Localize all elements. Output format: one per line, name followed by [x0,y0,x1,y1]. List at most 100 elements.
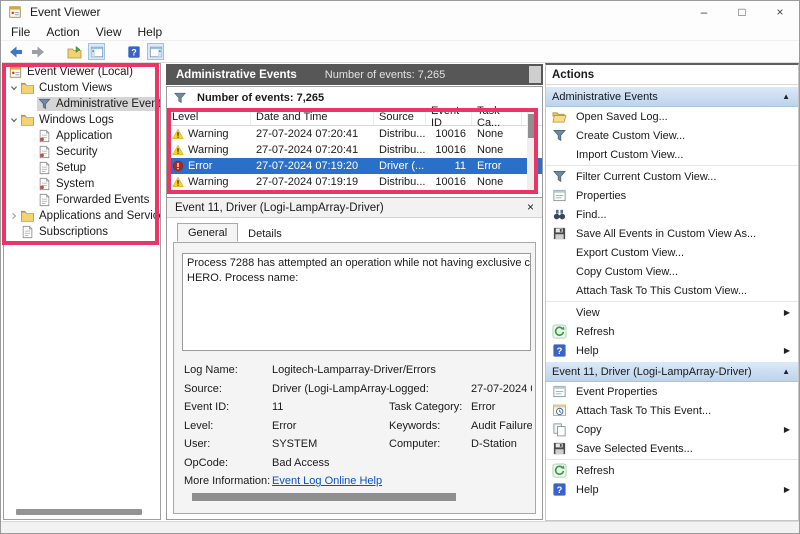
action-save-selected-events[interactable]: Save Selected Events... [546,439,798,458]
tab-general[interactable]: General [177,223,238,242]
tree-horizontal-scrollbar[interactable] [16,509,142,515]
action-properties[interactable]: Properties [546,186,798,205]
action-event-properties[interactable]: Event Properties [546,382,798,401]
menu-help[interactable]: Help [130,23,171,41]
tree-item-windows-logs[interactable]: Windows Logs [4,112,160,128]
column-header-source[interactable]: Source [374,109,426,125]
column-header-task-category[interactable]: Task Ca... [472,109,522,125]
event-log-online-help-link[interactable]: Event Log Online Help [272,475,382,487]
action-refresh-event[interactable]: Refresh [546,461,798,480]
refresh-icon [552,324,567,339]
tab-details[interactable]: Details [238,225,292,242]
separator [546,165,798,166]
toolbar [1,41,799,63]
show-console-tree-icon[interactable] [88,43,105,60]
tree-item-event-viewer-local[interactable]: Event Viewer (Local) [4,64,160,80]
help-icon [552,482,567,497]
help-icon[interactable] [125,43,142,60]
event-id-value: 11 [272,401,389,413]
table-header-row: Level Date and Time Source Event ID Task… [167,109,542,126]
actions-panel: Actions Administrative Events ▲ Open Sav… [545,63,799,521]
page-icon [20,225,35,239]
tree-item-security[interactable]: Security [4,144,160,160]
window-title: Event Viewer [30,5,100,19]
warning-icon [172,176,184,188]
collapse-icon[interactable]: ▲ [782,92,790,101]
folder-icon [20,113,35,127]
copy-icon [552,422,567,437]
action-refresh[interactable]: Refresh [546,322,798,341]
tree-item-custom-views[interactable]: Custom Views [4,80,160,96]
tree-item-administrative-events[interactable]: Administrative Events [4,96,160,112]
separator [546,301,798,302]
collapse-icon[interactable]: ▲ [782,367,790,376]
action-attach-task-event[interactable]: Attach Task To This Event... [546,401,798,420]
filter-icon [552,128,567,143]
submenu-arrow-icon: ▶ [784,308,790,317]
actions-section-administrative-events[interactable]: Administrative Events ▲ [546,87,798,107]
tree-item-system[interactable]: System [4,176,160,192]
task-category-label: Task Category: [389,401,471,413]
back-icon[interactable] [7,43,24,60]
action-attach-task-custom-view[interactable]: Attach Task To This Custom View... [546,281,798,300]
submenu-arrow-icon: ▶ [784,485,790,494]
action-help-event[interactable]: Help ▶ [546,480,798,499]
actions-section-event-11[interactable]: Event 11, Driver (Logi-LampArray-Driver)… [546,362,798,382]
action-copy-custom-view[interactable]: Copy Custom View... [546,262,798,281]
column-header-level[interactable]: Level [167,109,251,125]
error-icon [172,160,184,172]
console-tree-panel: Event Viewer (Local) Custom Views Admini… [3,63,161,520]
folder-icon [20,209,35,223]
close-icon[interactable]: × [527,200,534,214]
open-saved-log-icon[interactable] [66,43,83,60]
log-name-label: Log Name: [184,364,272,376]
maximize-button[interactable]: □ [723,1,761,23]
minimize-button[interactable]: – [685,1,723,23]
chevron-right-icon[interactable] [8,212,20,220]
tree-item-setup[interactable]: Setup [4,160,160,176]
table-row[interactable]: Warning 27-07-2024 07:20:41 Distribu... … [167,142,542,158]
action-import-custom-view[interactable]: Import Custom View... [546,145,798,164]
separator [546,459,798,460]
filter-icon [552,169,567,184]
tree-item-application[interactable]: Application [4,128,160,144]
detail-horizontal-scrollbar[interactable] [192,493,456,501]
column-header-date[interactable]: Date and Time [251,109,374,125]
show-action-pane-icon[interactable] [147,43,164,60]
actions-title-bar: Actions [546,65,798,85]
menu-bar: File Action View Help [1,23,799,41]
close-button[interactable]: × [761,1,799,23]
event-description-line2: HERO. Process name: [187,272,530,284]
event-description-box[interactable]: Process 7288 has attempted an operation … [182,253,531,351]
action-help[interactable]: Help ▶ [546,341,798,360]
menu-view[interactable]: View [88,23,130,41]
tree-item-applications-services-logs[interactable]: Applications and Services Lo [4,208,160,224]
menu-action[interactable]: Action [38,23,87,41]
action-view[interactable]: View ▶ [546,303,798,322]
scrollbar-thumb[interactable] [528,114,536,138]
forward-icon[interactable] [29,43,46,60]
event-detail-title: Event 11, Driver (Logi-LampArray-Driver) [175,202,384,214]
table-row-selected[interactable]: Error 27-07-2024 07:19:20 Driver (... 11… [167,158,542,174]
action-create-custom-view[interactable]: Create Custom View... [546,126,798,145]
tree-item-forwarded-events[interactable]: Forwarded Events [4,192,160,208]
action-filter-current-custom-view[interactable]: Filter Current Custom View... [546,167,798,186]
action-find[interactable]: Find... [546,205,798,224]
action-copy[interactable]: Copy ▶ [546,420,798,439]
chevron-down-icon[interactable] [8,84,20,92]
table-row[interactable]: Warning 27-07-2024 07:19:19 Distribu... … [167,174,542,190]
chevron-down-icon[interactable] [8,116,20,124]
action-save-all-events[interactable]: Save All Events in Custom View As... [546,224,798,243]
properties-icon [552,384,567,399]
filter-count-label: Number of events: 7,265 [197,92,324,104]
table-row[interactable]: Warning 27-07-2024 07:20:41 Distribu... … [167,126,542,142]
status-bar [1,521,799,534]
action-export-custom-view[interactable]: Export Custom View... [546,243,798,262]
keywords-value: Audit Failure [471,420,532,432]
events-panel: Number of events: 7,265 Level Date and T… [166,86,543,520]
tree-item-subscriptions[interactable]: Subscriptions [4,224,160,240]
column-header-event-id[interactable]: Event ID [426,109,472,125]
action-open-saved-log[interactable]: Open Saved Log... [546,107,798,126]
table-vertical-scrollbar[interactable] [527,110,537,190]
menu-file[interactable]: File [3,23,38,41]
